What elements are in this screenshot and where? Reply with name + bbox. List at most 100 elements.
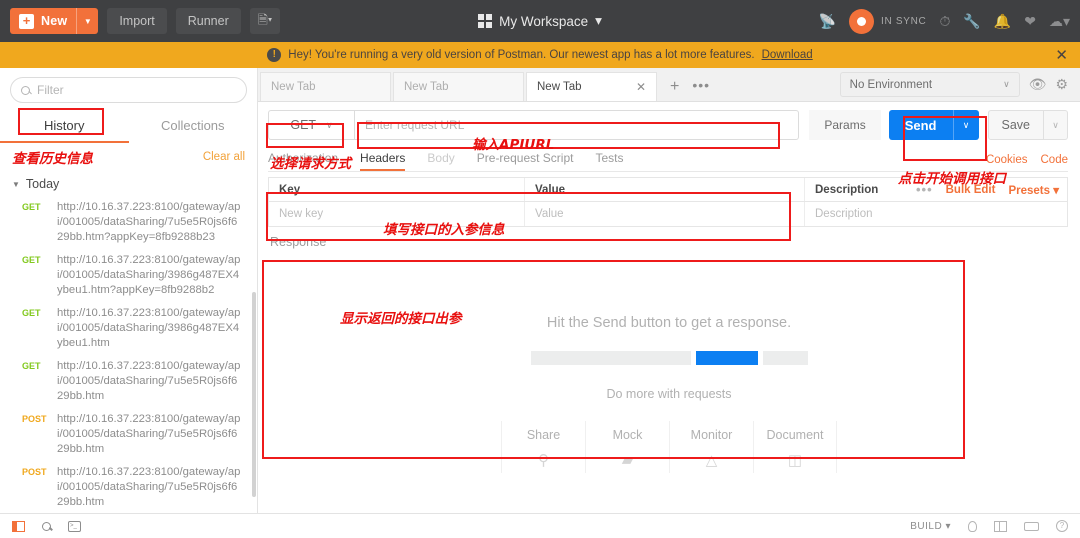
- list-item[interactable]: POST http://10.16.37.223:8100/gateway/ap…: [0, 461, 257, 513]
- response-empty-message: Hit the Send button to get a response.: [546, 315, 792, 331]
- card-mock[interactable]: Mock ▰: [585, 421, 669, 473]
- request-url-row: GET ∨ Enter request URL Params Send ∨ Sa…: [258, 102, 1080, 147]
- list-item[interactable]: GET http://10.16.37.223:8100/gateway/api…: [0, 302, 257, 355]
- eye-icon[interactable]: 👁: [1029, 76, 1047, 93]
- save-button[interactable]: Save: [987, 110, 1044, 140]
- header-description-input[interactable]: Description: [805, 202, 1067, 226]
- filter-input[interactable]: Filter: [10, 77, 247, 103]
- send-label: Send: [904, 117, 937, 133]
- chevron-down-icon: ∨: [326, 119, 333, 130]
- request-method-badge: POST: [22, 467, 47, 477]
- history-icon[interactable]: ⏱: [939, 13, 950, 30]
- request-method-badge: GET: [22, 361, 41, 371]
- runner-button-label: Runner: [187, 14, 229, 28]
- runner-button[interactable]: Runner: [175, 8, 241, 34]
- list-item[interactable]: GET http://10.16.37.223:8100/gateway/api…: [0, 355, 257, 408]
- response-empty-state: Hit the Send button to get a response. D…: [258, 252, 1080, 513]
- tab-new-tab-3[interactable]: New Tab ✕: [526, 72, 657, 101]
- header-value-input[interactable]: Value: [525, 202, 805, 226]
- annotation-text-response: 显示返回的接口出参: [340, 311, 462, 327]
- sidebar: Filter History Collections 查看历史信息 Clear …: [0, 68, 258, 513]
- tab-tests[interactable]: Tests: [595, 147, 623, 171]
- history-group-today[interactable]: ▼ Today: [0, 173, 257, 196]
- monitor-icon: △: [705, 452, 718, 469]
- request-method-badge: POST: [22, 414, 47, 424]
- workspace-selector[interactable]: My Workspace ▾: [440, 13, 640, 29]
- list-item[interactable]: POST http://10.16.37.223:8100/gateway/ap…: [0, 408, 257, 461]
- response-sub-message: Do more with requests: [606, 387, 732, 401]
- cookies-link[interactable]: Cookies: [986, 154, 1028, 166]
- close-icon[interactable]: ✕: [636, 80, 646, 94]
- wrench-icon[interactable]: 🔧: [963, 13, 980, 30]
- send-button[interactable]: Send: [888, 110, 953, 140]
- tab-new-tab-2[interactable]: New Tab: [393, 72, 524, 101]
- bell-icon[interactable]: 🔔: [994, 13, 1011, 30]
- new-button[interactable]: + New ▼: [10, 8, 99, 34]
- bulb-icon[interactable]: [968, 520, 977, 532]
- history-list[interactable]: GET http://10.16.37.223:8100/gateway/api…: [0, 196, 257, 513]
- search-icon[interactable]: [42, 521, 51, 531]
- sidebar-scrollbar[interactable]: [252, 292, 256, 497]
- layout-icon[interactable]: [994, 520, 1007, 532]
- build-mode-selector[interactable]: BUILD ▾: [910, 521, 951, 532]
- add-tab-button[interactable]: +: [659, 78, 690, 101]
- sidebar-tab-collections[interactable]: Collections: [129, 109, 258, 141]
- sync-status[interactable]: IN SYNC: [848, 8, 926, 34]
- save-dropdown-caret[interactable]: ∨: [1044, 110, 1068, 140]
- sidebar-toggle-icon[interactable]: [12, 520, 25, 532]
- console-icon[interactable]: >_: [68, 520, 81, 532]
- params-button[interactable]: Params: [809, 110, 881, 140]
- import-button[interactable]: Import: [107, 8, 167, 34]
- chevron-down-icon: ▾: [595, 13, 602, 28]
- new-window-button[interactable]: 🗎▾: [249, 8, 281, 34]
- sidebar-tab-history[interactable]: History: [0, 109, 129, 141]
- list-item[interactable]: GET http://10.16.37.223:8100/gateway/api…: [0, 249, 257, 302]
- satellite-icon[interactable]: 📡: [819, 13, 836, 30]
- tab-more-button[interactable]: •••: [690, 77, 716, 101]
- chevron-down-icon: ▼: [12, 179, 20, 189]
- grid-icon: [478, 14, 493, 28]
- tab-label: New Tab: [537, 81, 582, 93]
- card-document[interactable]: Document ◫: [753, 421, 837, 473]
- request-url: http://10.16.37.223:8100/gateway/api/001…: [57, 360, 241, 402]
- column-header-description-label: Description: [815, 183, 879, 196]
- environment-selector[interactable]: No Environment ∨: [839, 72, 1020, 97]
- card-share[interactable]: Share ⚲: [501, 421, 585, 473]
- filter-placeholder: Filter: [37, 83, 64, 97]
- plus-icon: +: [19, 13, 34, 29]
- card-label: Monitor: [690, 428, 733, 442]
- list-item[interactable]: GET http://10.16.37.223:8100/gateway/api…: [0, 196, 257, 249]
- help-icon[interactable]: ?: [1056, 520, 1068, 532]
- keyboard-icon[interactable]: [1024, 521, 1039, 531]
- annotation-text-headers: 填写接口的入参信息: [383, 222, 505, 238]
- request-action-cards: Share ⚲ Mock ▰ Monitor △ Document ◫: [501, 421, 837, 473]
- clear-all-button[interactable]: Clear all: [203, 151, 245, 163]
- alert-icon: !: [267, 48, 282, 62]
- cloud-icon[interactable]: ☁▾: [1049, 13, 1070, 30]
- gear-icon[interactable]: ⚙: [1055, 76, 1068, 93]
- http-method-selector[interactable]: GET ∨: [268, 110, 354, 140]
- code-link[interactable]: Code: [1041, 154, 1069, 166]
- search-icon: [21, 85, 30, 95]
- annotation-text-url: 输入APIURL: [472, 137, 555, 153]
- filter-container: Filter: [0, 68, 257, 109]
- download-link[interactable]: Download: [762, 49, 813, 61]
- tab-body[interactable]: Body: [427, 147, 454, 171]
- request-url: http://10.16.37.223:8100/gateway/api/001…: [57, 466, 241, 508]
- presets-button[interactable]: Presets ▾: [1008, 183, 1059, 197]
- request-url-input[interactable]: Enter request URL: [354, 110, 800, 140]
- share-icon: ⚲: [538, 452, 549, 469]
- send-dropdown-caret[interactable]: ∨: [952, 110, 979, 140]
- version-warning-banner: ! Hey! You're running a very old version…: [0, 42, 1080, 68]
- graphic-bar-save: [762, 351, 808, 365]
- sidebar-tabs: History Collections: [0, 109, 257, 143]
- tab-new-tab-1[interactable]: New Tab: [260, 72, 391, 101]
- card-label: Document: [766, 428, 824, 442]
- postman-app-window: + New ▼ Import Runner 🗎▾ My Workspace ▾ …: [0, 0, 1080, 538]
- request-method-badge: GET: [22, 308, 41, 318]
- new-dropdown-caret[interactable]: ▼: [76, 8, 98, 34]
- heart-icon[interactable]: ❤: [1024, 13, 1036, 30]
- close-icon[interactable]: ✕: [1055, 48, 1068, 63]
- card-monitor[interactable]: Monitor △: [669, 421, 753, 473]
- tab-headers[interactable]: Headers: [360, 147, 406, 171]
